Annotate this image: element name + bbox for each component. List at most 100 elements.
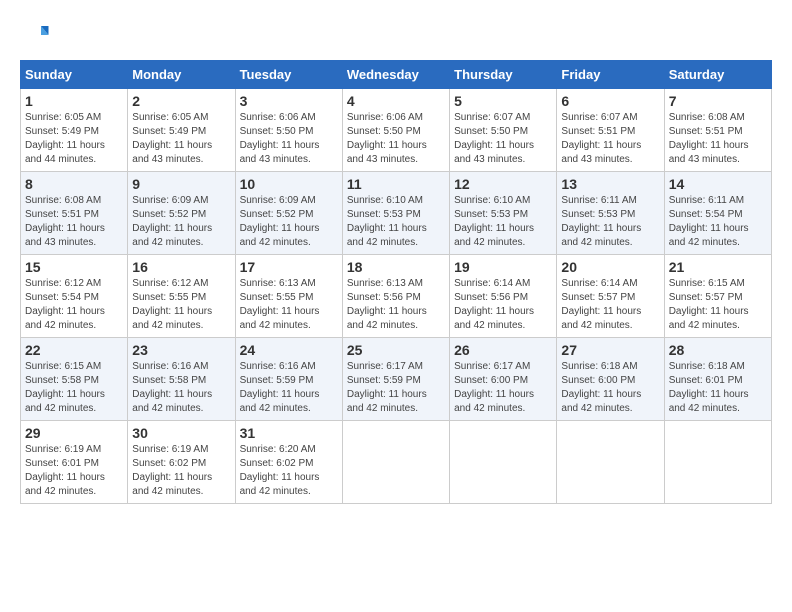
day-number: 9 [132,176,230,192]
calendar-table: SundayMondayTuesdayWednesdayThursdayFrid… [20,60,772,504]
calendar-cell: 1 Sunrise: 6:05 AM Sunset: 5:49 PM Daylig… [21,89,128,172]
day-number: 15 [25,259,123,275]
day-info: Sunrise: 6:05 AM Sunset: 5:49 PM Dayligh… [132,111,230,167]
day-number: 2 [132,93,230,109]
calendar-cell: 30Sunrise: 6:19 AM Sunset: 6:02 PM Dayli… [128,421,235,504]
calendar-cell: 26 Sunrise: 6:17 AM Sunset: 6:00 PM Dayli… [450,338,557,421]
day-number: 7 [669,93,767,109]
day-info: Sunrise: 6:18 AM Sunset: 6:00 PM Dayligh… [561,360,659,416]
day-number: 31 [240,425,338,441]
day-info: Sunrise: 6:13 AM Sunset: 5:55 PM Dayligh… [240,277,338,333]
day-info: Sunrise: 6:08 AM Sunset: 5:51 PM Dayligh… [669,111,767,167]
calendar-cell: 22 Sunrise: 6:15 AM Sunset: 5:58 PM Dayli… [21,338,128,421]
day-info: Sunrise: 6:07 AM Sunset: 5:50 PM Dayligh… [454,111,552,167]
day-number: 4 [347,93,445,109]
calendar-cell: 8 Sunrise: 6:08 AM Sunset: 5:51 PM Daylig… [21,172,128,255]
day-info: Sunrise: 6:12 AM Sunset: 5:54 PM Dayligh… [25,277,123,333]
day-info: Sunrise: 6:05 AM Sunset: 5:49 PM Dayligh… [25,111,123,167]
day-info: Sunrise: 6:13 AM Sunset: 5:56 PM Dayligh… [347,277,445,333]
day-number: 29 [25,425,123,441]
calendar-cell: 18 Sunrise: 6:13 AM Sunset: 5:56 PM Dayli… [342,255,449,338]
header-day-sunday: Sunday [21,61,128,89]
day-number: 1 [25,93,123,109]
day-info: Sunrise: 6:14 AM Sunset: 5:57 PM Dayligh… [561,277,659,333]
header-day-wednesday: Wednesday [342,61,449,89]
day-number: 6 [561,93,659,109]
day-info: Sunrise: 6:11 AM Sunset: 5:54 PM Dayligh… [669,194,767,250]
day-info: Sunrise: 6:08 AM Sunset: 5:51 PM Dayligh… [25,194,123,250]
day-info: Sunrise: 6:15 AM Sunset: 5:57 PM Dayligh… [669,277,767,333]
day-number: 23 [132,342,230,358]
day-number: 25 [347,342,445,358]
day-number: 3 [240,93,338,109]
calendar-cell: 11Sunrise: 6:10 AM Sunset: 5:53 PM Dayli… [342,172,449,255]
header-row: SundayMondayTuesdayWednesdayThursdayFrid… [21,61,772,89]
day-number: 26 [454,342,552,358]
calendar-cell: 28 Sunrise: 6:18 AM Sunset: 6:01 PM Dayli… [664,338,771,421]
calendar-cell: 4 Sunrise: 6:06 AM Sunset: 5:50 PM Daylig… [342,89,449,172]
day-info: Sunrise: 6:10 AM Sunset: 5:53 PM Dayligh… [454,194,552,250]
calendar-cell: 29 Sunrise: 6:19 AM Sunset: 6:01 PM Dayli… [21,421,128,504]
day-info: Sunrise: 6:19 AM Sunset: 6:01 PM Dayligh… [25,443,123,499]
header [20,20,772,50]
header-day-monday: Monday [128,61,235,89]
day-info: Sunrise: 6:10 AM Sunset: 5:53 PM Dayligh… [347,194,445,250]
day-info: Sunrise: 6:06 AM Sunset: 5:50 PM Dayligh… [347,111,445,167]
logo [20,20,54,50]
day-info: Sunrise: 6:11 AM Sunset: 5:53 PM Dayligh… [561,194,659,250]
day-number: 10 [240,176,338,192]
day-info: Sunrise: 6:12 AM Sunset: 5:55 PM Dayligh… [132,277,230,333]
calendar-cell: 10 Sunrise: 6:09 AM Sunset: 5:52 PM Dayli… [235,172,342,255]
day-info: Sunrise: 6:15 AM Sunset: 5:58 PM Dayligh… [25,360,123,416]
calendar-cell: 12 Sunrise: 6:10 AM Sunset: 5:53 PM Dayli… [450,172,557,255]
day-info: Sunrise: 6:16 AM Sunset: 5:59 PM Dayligh… [240,360,338,416]
day-number: 27 [561,342,659,358]
day-number: 12 [454,176,552,192]
header-day-tuesday: Tuesday [235,61,342,89]
day-info: Sunrise: 6:07 AM Sunset: 5:51 PM Dayligh… [561,111,659,167]
day-info: Sunrise: 6:06 AM Sunset: 5:50 PM Dayligh… [240,111,338,167]
day-number: 5 [454,93,552,109]
logo-icon [20,20,50,50]
day-number: 17 [240,259,338,275]
calendar-cell: 20Sunrise: 6:14 AM Sunset: 5:57 PM Dayli… [557,255,664,338]
calendar-cell: 17 Sunrise: 6:13 AM Sunset: 5:55 PM Dayli… [235,255,342,338]
calendar-cell: 31 Sunrise: 6:20 AM Sunset: 6:02 PM Dayli… [235,421,342,504]
calendar-cell [557,421,664,504]
calendar-week-1: 1 Sunrise: 6:05 AM Sunset: 5:49 PM Daylig… [21,89,772,172]
calendar-cell: 15 Sunrise: 6:12 AM Sunset: 5:54 PM Dayli… [21,255,128,338]
calendar-cell: 16 Sunrise: 6:12 AM Sunset: 5:55 PM Dayli… [128,255,235,338]
calendar-cell: 9 Sunrise: 6:09 AM Sunset: 5:52 PM Daylig… [128,172,235,255]
day-number: 21 [669,259,767,275]
day-info: Sunrise: 6:17 AM Sunset: 6:00 PM Dayligh… [454,360,552,416]
day-number: 18 [347,259,445,275]
calendar-cell: 19 Sunrise: 6:14 AM Sunset: 5:56 PM Dayli… [450,255,557,338]
day-number: 19 [454,259,552,275]
day-number: 14 [669,176,767,192]
day-number: 16 [132,259,230,275]
calendar-week-2: 8 Sunrise: 6:08 AM Sunset: 5:51 PM Daylig… [21,172,772,255]
calendar-cell: 27 Sunrise: 6:18 AM Sunset: 6:00 PM Dayli… [557,338,664,421]
day-number: 28 [669,342,767,358]
day-info: Sunrise: 6:14 AM Sunset: 5:56 PM Dayligh… [454,277,552,333]
header-day-thursday: Thursday [450,61,557,89]
day-number: 22 [25,342,123,358]
calendar-cell: 13 Sunrise: 6:11 AM Sunset: 5:53 PM Dayli… [557,172,664,255]
day-info: Sunrise: 6:09 AM Sunset: 5:52 PM Dayligh… [132,194,230,250]
calendar-week-4: 22 Sunrise: 6:15 AM Sunset: 5:58 PM Dayli… [21,338,772,421]
calendar-cell [664,421,771,504]
calendar-cell: 2 Sunrise: 6:05 AM Sunset: 5:49 PM Daylig… [128,89,235,172]
day-number: 8 [25,176,123,192]
calendar-cell: 21 Sunrise: 6:15 AM Sunset: 5:57 PM Dayli… [664,255,771,338]
day-info: Sunrise: 6:18 AM Sunset: 6:01 PM Dayligh… [669,360,767,416]
day-number: 24 [240,342,338,358]
calendar-cell: 3 Sunrise: 6:06 AM Sunset: 5:50 PM Daylig… [235,89,342,172]
day-info: Sunrise: 6:16 AM Sunset: 5:58 PM Dayligh… [132,360,230,416]
calendar-week-5: 29 Sunrise: 6:19 AM Sunset: 6:01 PM Dayli… [21,421,772,504]
calendar-cell: 7 Sunrise: 6:08 AM Sunset: 5:51 PM Daylig… [664,89,771,172]
day-info: Sunrise: 6:09 AM Sunset: 5:52 PM Dayligh… [240,194,338,250]
header-day-saturday: Saturday [664,61,771,89]
day-number: 13 [561,176,659,192]
calendar-cell [342,421,449,504]
day-info: Sunrise: 6:20 AM Sunset: 6:02 PM Dayligh… [240,443,338,499]
